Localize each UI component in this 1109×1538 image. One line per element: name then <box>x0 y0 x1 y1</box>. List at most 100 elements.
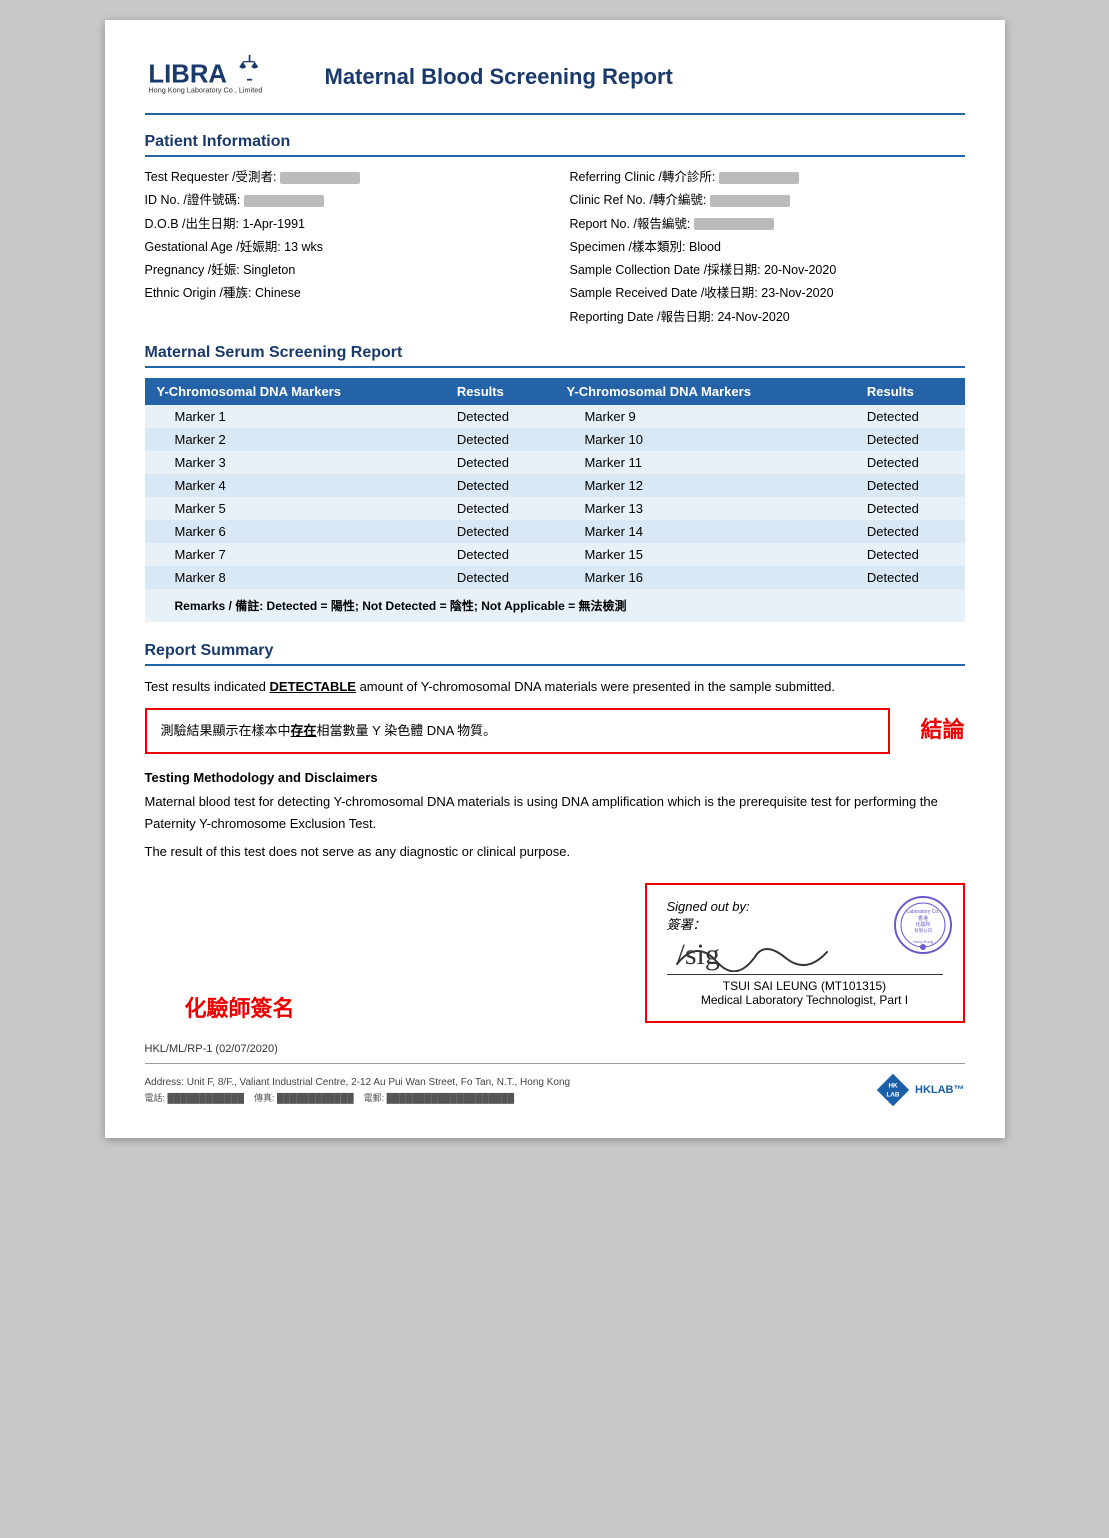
chinese-summary-box: 測驗結果顯示在樣本中存在相當數量 Y 染色體 DNA 物質。 <box>145 708 891 754</box>
marker-left-name: Marker 8 <box>145 566 445 589</box>
conclusion-box: 測驗結果顯示在樣本中存在相當數量 Y 染色體 DNA 物質。 結論 <box>145 708 965 754</box>
redacted-value <box>244 195 324 207</box>
field-label: D.O.B /出生日期: <box>145 217 243 231</box>
table-row: Marker 5 Detected Marker 13 Detected <box>145 497 965 520</box>
footer-bar: Address: Unit F, 8/F., Valiant Industria… <box>145 1063 965 1108</box>
summary-line2: amount of Y-chromosomal DNA materials we… <box>356 679 835 694</box>
patient-field-pregnancy: Pregnancy /妊娠: Singleton <box>145 260 540 281</box>
field-value: 20-Nov-2020 <box>764 263 836 277</box>
remarks-text: Remarks / 備註: Detected = 陽性; Not Detecte… <box>145 589 965 622</box>
marker-right-name: Marker 11 <box>554 451 854 474</box>
chemist-label: 化驗師簽名 <box>185 991 295 1023</box>
marker-left-name: Marker 5 <box>145 497 445 520</box>
chinese-line1: 測驗結果顯示在樣本中 <box>161 723 291 738</box>
marker-right-result: Detected <box>855 543 965 566</box>
field-value: 24-Nov-2020 <box>717 310 789 324</box>
field-label: Sample Received Date /收樣日期: <box>570 286 762 300</box>
marker-left-result: Detected <box>445 428 555 451</box>
patient-grid: Test Requester /受測者: Referring Clinic /轉… <box>145 167 965 328</box>
marker-right-name: Marker 12 <box>554 474 854 497</box>
marker-right-name: Marker 13 <box>554 497 854 520</box>
redacted-value <box>710 195 790 207</box>
field-label: Test Requester /受測者: <box>145 170 280 184</box>
conclusion-label: 結論 <box>920 708 964 744</box>
table-row: Marker 3 Detected Marker 11 Detected <box>145 451 965 474</box>
table-row: Marker 2 Detected Marker 10 Detected <box>145 428 965 451</box>
svg-text:Laboratory Co.: Laboratory Co. <box>906 909 939 915</box>
patient-field-clinic-ref: Clinic Ref No. /轉介編號: <box>570 190 965 211</box>
table-row: Marker 8 Detected Marker 16 Detected <box>145 566 965 589</box>
field-label: Reporting Date /報告日期: <box>570 310 718 324</box>
marker-left-name: Marker 3 <box>145 451 445 474</box>
logo-area: LIBRA Hong Kong Laboratory Co., Limited <box>145 50 305 103</box>
detectable-word: DETECTABLE <box>270 679 356 694</box>
doc-ref: HKL/ML/RP-1 (02/07/2020) <box>145 1043 965 1055</box>
field-label: Referring Clinic /轉介診所: <box>570 170 719 184</box>
redacted-value <box>719 172 799 184</box>
field-label: Report No. /報告編號: <box>570 217 694 231</box>
marker-right-name: Marker 10 <box>554 428 854 451</box>
field-label: Ethnic Origin /種族: <box>145 286 255 300</box>
marker-right-result: Detected <box>855 474 965 497</box>
markers-table: Y-Chromosomal DNA Markers Results Y-Chro… <box>145 378 965 622</box>
redacted-value <box>694 218 774 230</box>
col1-header: Y-Chromosomal DNA Markers <box>145 378 445 405</box>
report-page: LIBRA Hong Kong Laboratory Co., Limited … <box>105 20 1005 1138</box>
marker-right-result: Detected <box>855 497 965 520</box>
patient-field-dob: D.O.B /出生日期: 1-Apr-1991 <box>145 214 540 235</box>
signature-box: Laboratory Co. 香港 化驗所 有限公司 Hong Kong Sig… <box>645 883 965 1023</box>
table-row: Marker 6 Detected Marker 14 Detected <box>145 520 965 543</box>
patient-field-reporting: Reporting Date /報告日期: 24-Nov-2020 <box>570 307 965 328</box>
serum-screening-heading: Maternal Serum Screening Report <box>145 344 965 368</box>
patient-field-sample-received: Sample Received Date /收樣日期: 23-Nov-2020 <box>570 283 965 304</box>
field-value: 23-Nov-2020 <box>761 286 833 300</box>
field-value: Chinese <box>255 286 301 300</box>
svg-text:Hong Kong Laboratory Co., Limi: Hong Kong Laboratory Co., Limited <box>148 86 262 95</box>
hklab-logo: HK LAB HKLAB™ <box>875 1072 965 1108</box>
field-value: Blood <box>689 240 721 254</box>
patient-field-report-no: Report No. /報告編號: <box>570 214 965 235</box>
report-title: Maternal Blood Screening Report <box>325 64 673 90</box>
sig-svg <box>667 934 867 972</box>
table-row: Marker 1 Detected Marker 9 Detected <box>145 405 965 428</box>
marker-right-result: Detected <box>855 520 965 543</box>
col3-header: Y-Chromosomal DNA Markers <box>554 378 854 405</box>
marker-left-name: Marker 4 <box>145 474 445 497</box>
methodology-text1: Maternal blood test for detecting Y-chro… <box>145 791 965 835</box>
libra-logo-svg: LIBRA Hong Kong Laboratory Co., Limited <box>145 50 265 100</box>
field-label: Sample Collection Date /採樣日期: <box>570 263 765 277</box>
field-label: ID No. /證件號碼: <box>145 193 244 207</box>
marker-left-result: Detected <box>445 405 555 428</box>
footer-address: Address: Unit F, 8/F., Valiant Industria… <box>145 1077 876 1104</box>
svg-text:HK: HK <box>888 1083 898 1090</box>
marker-right-result: Detected <box>855 405 965 428</box>
svg-text:有限公司: 有限公司 <box>914 927 932 934</box>
marker-right-result: Detected <box>855 428 965 451</box>
redacted-value <box>280 172 360 184</box>
patient-field-clinic: Referring Clinic /轉介診所: <box>570 167 965 188</box>
report-summary-heading: Report Summary <box>145 642 965 666</box>
patient-field-requester: Test Requester /受測者: <box>145 167 540 188</box>
svg-text:化驗所: 化驗所 <box>915 921 930 928</box>
marker-left-result: Detected <box>445 566 555 589</box>
patient-field-specimen: Specimen /樣本類別: Blood <box>570 237 965 258</box>
chinese-underline: 存在 <box>291 723 317 738</box>
remarks-row: Remarks / 備註: Detected = 陽性; Not Detecte… <box>145 589 965 622</box>
signer-name: TSUI SAI LEUNG (MT101315) Medical Labora… <box>667 979 943 1007</box>
summary-line1: Test results indicated <box>145 679 270 694</box>
marker-left-name: Marker 1 <box>145 405 445 428</box>
field-label: Pregnancy /妊娠: <box>145 263 244 277</box>
field-value: 13 wks <box>284 240 323 254</box>
patient-field-id: ID No. /證件號碼: <box>145 190 540 211</box>
table-row: Marker 4 Detected Marker 12 Detected <box>145 474 965 497</box>
patient-field-empty <box>145 307 540 328</box>
svg-text:LIBRA: LIBRA <box>148 60 227 88</box>
field-label: Gestational Age /妊娠期: <box>145 240 285 254</box>
marker-right-result: Detected <box>855 451 965 474</box>
svg-text:LAB: LAB <box>887 1092 900 1099</box>
patient-info-section: Patient Information Test Requester /受測者:… <box>145 133 965 328</box>
summary-text: Test results indicated DETECTABLE amount… <box>145 676 965 698</box>
patient-field-ethnic: Ethnic Origin /種族: Chinese <box>145 283 540 304</box>
table-row: Marker 7 Detected Marker 15 Detected <box>145 543 965 566</box>
marker-left-name: Marker 2 <box>145 428 445 451</box>
